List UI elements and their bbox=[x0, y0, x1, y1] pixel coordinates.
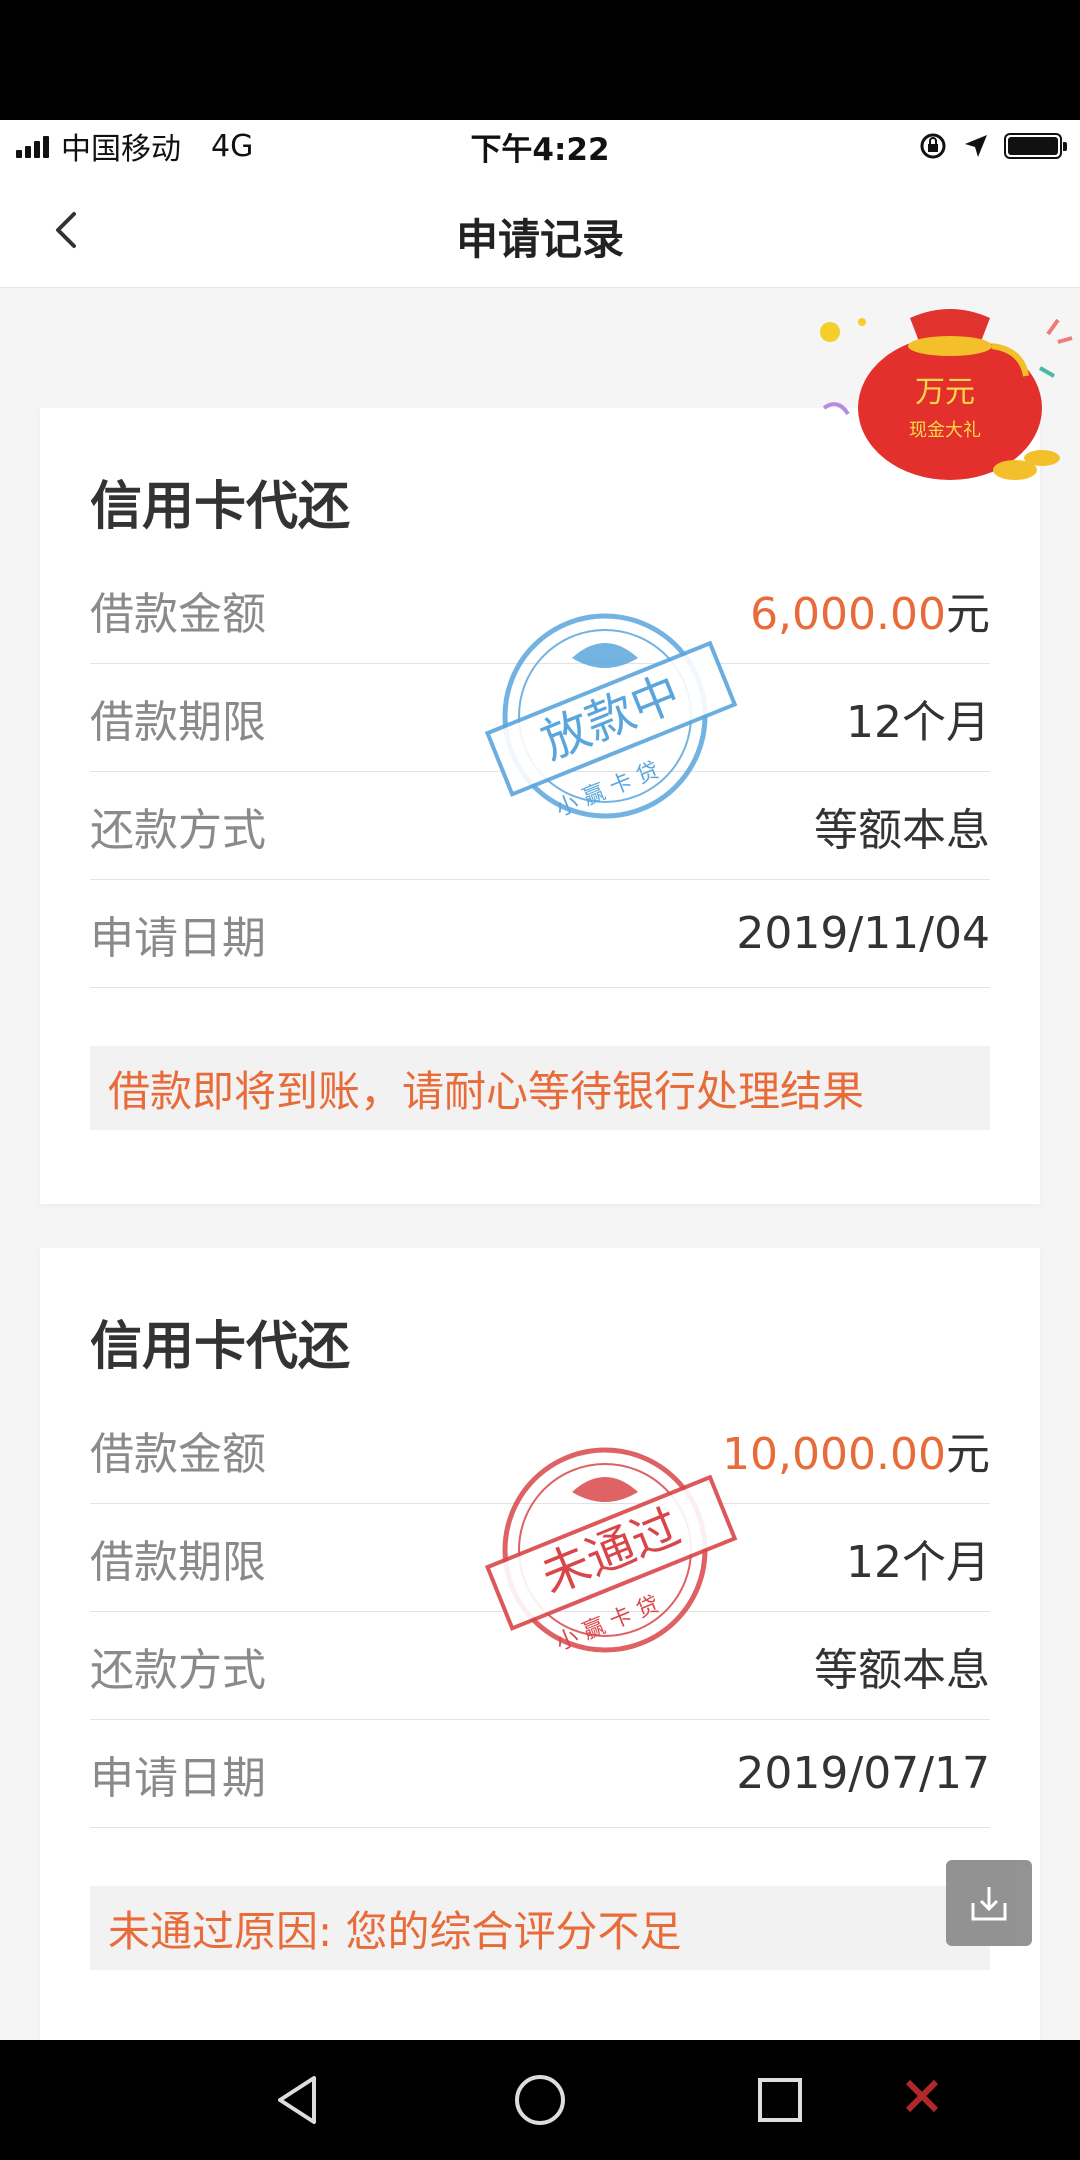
date-row: 申请日期 2019/07/17 bbox=[90, 1720, 990, 1828]
status-bar: 中国移动 4G 下午4:22 bbox=[0, 120, 1080, 172]
method-row: 还款方式 等额本息 bbox=[90, 772, 990, 880]
promo-line1: 万元 bbox=[915, 375, 975, 410]
amount-label: 借款金额 bbox=[90, 1428, 266, 1480]
battery-icon bbox=[1004, 133, 1067, 159]
application-card[interactable]: 信用卡代还 借款金额 6,000.00元 借款期限 12个月 还款方式 等额本息… bbox=[40, 408, 1040, 1204]
method-label: 还款方式 bbox=[90, 804, 266, 856]
system-nav-bar bbox=[0, 2040, 1080, 2160]
amount-number: 10,000.00 bbox=[722, 1428, 946, 1480]
location-icon bbox=[965, 135, 987, 157]
amount-label: 借款金额 bbox=[90, 588, 266, 640]
triangle-back-icon bbox=[278, 2076, 316, 2124]
term-label: 借款期限 bbox=[90, 696, 266, 748]
amount-value: 6,000.00元 bbox=[750, 578, 990, 642]
record-list: 信用卡代还 借款金额 6,000.00元 借款期限 12个月 还款方式 等额本息… bbox=[0, 288, 1080, 2040]
term-row: 借款期限 12个月 bbox=[90, 1504, 990, 1612]
amount-row: 借款金额 10,000.00元 bbox=[90, 1396, 990, 1504]
term-value: 12个月 bbox=[846, 1536, 990, 1588]
share-download-button[interactable] bbox=[946, 1860, 1032, 1946]
date-value: 2019/07/17 bbox=[736, 1748, 990, 1799]
application-card[interactable]: 信用卡代还 借款金额 10,000.00元 借款期限 12个月 还款方式 等额本… bbox=[40, 1248, 1040, 2040]
rejection-notice: 未通过原因: 您的综合评分不足 bbox=[90, 1886, 990, 1970]
rotation-lock-icon bbox=[920, 133, 946, 159]
top-bezel bbox=[0, 0, 1080, 120]
method-value: 等额本息 bbox=[814, 804, 990, 856]
card-title: 信用卡代还 bbox=[90, 477, 351, 537]
nav-back-button[interactable] bbox=[262, 2064, 334, 2136]
date-label: 申请日期 bbox=[90, 912, 266, 964]
circle-home-icon bbox=[515, 2075, 565, 2125]
promo-line2: 现金大礼 bbox=[909, 420, 981, 441]
date-row: 申请日期 2019/11/04 bbox=[90, 880, 990, 988]
term-label: 借款期限 bbox=[90, 1536, 266, 1588]
date-value: 2019/11/04 bbox=[736, 908, 990, 959]
page-title: 申请记录 bbox=[455, 215, 624, 264]
download-icon bbox=[971, 1887, 1007, 1921]
amount-unit: 元 bbox=[946, 588, 990, 640]
square-recents-icon bbox=[758, 2078, 802, 2122]
amount-number: 6,000.00 bbox=[750, 588, 946, 640]
nav-home-button[interactable] bbox=[504, 2064, 576, 2136]
amount-row: 借款金额 6,000.00元 bbox=[90, 556, 990, 664]
watermark-logo-icon bbox=[905, 2079, 939, 2113]
amount-unit: 元 bbox=[946, 1428, 990, 1480]
amount-value: 10,000.00元 bbox=[722, 1418, 990, 1482]
status-right bbox=[918, 131, 1067, 161]
nav-recents-button[interactable] bbox=[744, 2064, 816, 2136]
method-row: 还款方式 等额本息 bbox=[90, 1612, 990, 1720]
card-title: 信用卡代还 bbox=[90, 1317, 351, 1377]
method-label: 还款方式 bbox=[90, 1644, 266, 1696]
term-row: 借款期限 12个月 bbox=[90, 664, 990, 772]
term-value: 12个月 bbox=[846, 696, 990, 748]
date-label: 申请日期 bbox=[90, 1752, 266, 1804]
promo-gift-bag-icon[interactable]: 万元 现金大礼 bbox=[810, 298, 1080, 498]
method-value: 等额本息 bbox=[814, 1644, 990, 1696]
nav-bar: 申请记录 bbox=[0, 172, 1080, 288]
status-notice: 借款即将到账，请耐心等待银行处理结果 bbox=[90, 1046, 990, 1130]
